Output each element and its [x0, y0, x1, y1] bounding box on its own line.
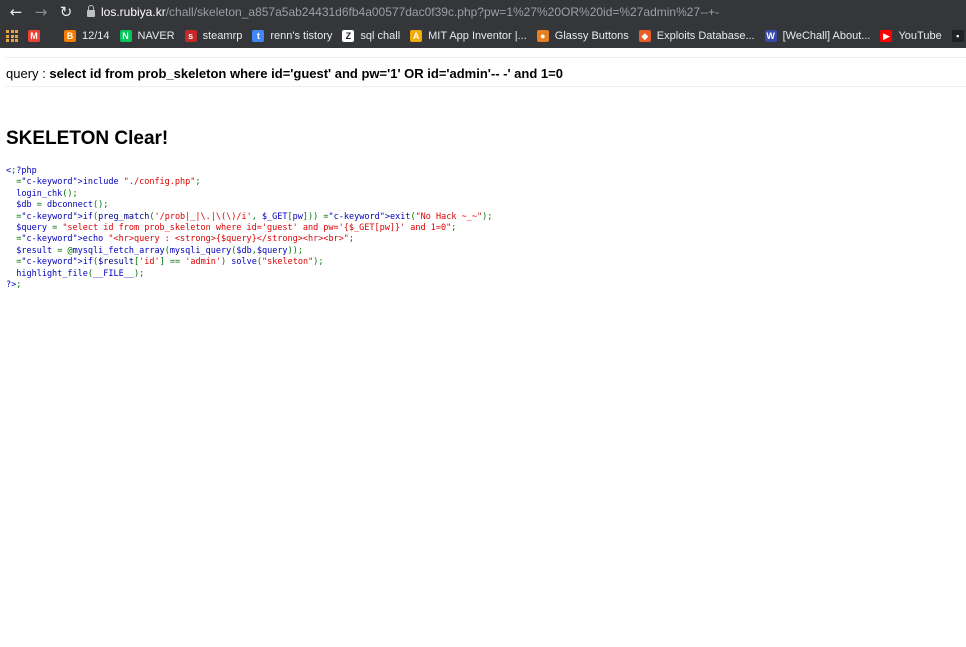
- bookmarks-bar: M B 12/14 N NAVER s steamrp t renn's tistory Zsql…: [0, 24, 966, 48]
- bookmark-item[interactable]: t renn's tistory: [248, 25, 338, 47]
- bookmark-item[interactable]: ▶ YouTube: [876, 25, 947, 47]
- bookmark-item[interactable]: s steamrp: [181, 25, 249, 47]
- code-line: ="c-keyword">if($result['id'] == 'admin'…: [16, 257, 324, 268]
- code-line: highlight_file(__FILE__);: [6, 268, 145, 279]
- bookmark-label: renn's tistory: [270, 30, 333, 42]
- query-line: query : select id from prob_skeleton whe…: [6, 66, 563, 81]
- wechall-icon: W: [764, 30, 777, 42]
- forward-arrow-icon[interactable]: →: [31, 2, 51, 22]
- bookmark-item[interactable]: A MIT App Inventor |...: [406, 25, 533, 47]
- bookmark-label: NAVER: [137, 30, 175, 42]
- glassy-icon: ●: [536, 30, 549, 42]
- code-line: ?>;: [6, 280, 22, 291]
- clear-title: SKELETON Clear!: [6, 128, 169, 149]
- bookmark-item[interactable]: M: [24, 25, 52, 47]
- code-line: $result = @mysqli_fetch_array(mysqli_que…: [6, 245, 303, 256]
- back-arrow-icon[interactable]: ←: [6, 2, 26, 22]
- steam-icon: s: [184, 30, 197, 42]
- ip-icon: ▪: [951, 30, 964, 42]
- gmail-icon: M: [28, 30, 40, 42]
- address-bar[interactable]: los.rubiya.kr/chall/skeleton_a857a5ab244…: [87, 0, 719, 24]
- bookmark-item[interactable]: W [WeChall] About...: [761, 25, 877, 47]
- bookmark-item[interactable]: ▪Whats My IP A: [948, 25, 966, 47]
- naver-icon: N: [119, 30, 132, 42]
- code-line: login_chk();: [6, 188, 78, 199]
- bookmark-label: sql chall: [360, 30, 401, 42]
- bookmark-label: YouTube: [898, 30, 942, 42]
- lock-icon: [87, 4, 95, 18]
- bookmark-item[interactable]: N NAVER: [116, 25, 181, 47]
- bookmark-label: Exploits Database...: [656, 30, 755, 42]
- url-path: /chall/skeleton_a857a5ab24431d6fb4a00577…: [165, 5, 720, 19]
- bookmark-item[interactable]: ● Glassy Buttons: [533, 25, 635, 47]
- bookmark-item[interactable]: Zsql chall: [338, 25, 406, 47]
- source-code: <;?php ="c-keyword">include "./config.ph…: [6, 166, 492, 291]
- bookmark-label: MIT App Inventor |...: [428, 30, 527, 42]
- browser-toolbar: ← → ↻ los.rubiya.kr/chall/skeleton_a857a…: [0, 0, 966, 24]
- youtube-icon: ▶: [880, 30, 893, 42]
- divider: [6, 86, 966, 87]
- reload-icon[interactable]: ↻: [56, 2, 76, 22]
- page-content: query : select id from prob_skeleton whe…: [0, 48, 966, 647]
- exploitdb-icon: ◆: [638, 30, 651, 42]
- bookmark-label: steamrp: [202, 30, 243, 42]
- bookmark-label: [WeChall] About...: [782, 30, 871, 42]
- code-line: ="c-keyword">include "./config.php";: [16, 177, 201, 188]
- bookmark-item[interactable]: B 12/14: [60, 25, 116, 47]
- code-line: $query = "select id from prob_skeleton w…: [6, 223, 457, 234]
- url-host: los.rubiya.kr: [101, 5, 166, 19]
- z-icon: Z: [342, 30, 355, 42]
- bookmark-label: Glassy Buttons: [554, 30, 629, 42]
- divider: [6, 57, 966, 58]
- tistory-icon: t: [252, 30, 265, 42]
- bookmark-item[interactable]: ◆ Exploits Database...: [635, 25, 761, 47]
- code-line: <;?php: [6, 166, 37, 176]
- code-line: ="c-keyword">if(preg_match('/prob|_|\.|\…: [16, 211, 493, 222]
- appinventor-icon: A: [410, 30, 423, 42]
- query-value: select id from prob_skeleton where id='g…: [49, 66, 563, 81]
- query-label: query :: [6, 66, 50, 81]
- code-line: ="c-keyword">echo "<hr>query : <strong>{…: [16, 234, 355, 245]
- bookmark-label: 12/14: [82, 30, 110, 42]
- apps-grid-icon[interactable]: [6, 30, 18, 42]
- code-line: $db = dbconnect();: [6, 200, 109, 211]
- blogger-icon: B: [64, 30, 76, 42]
